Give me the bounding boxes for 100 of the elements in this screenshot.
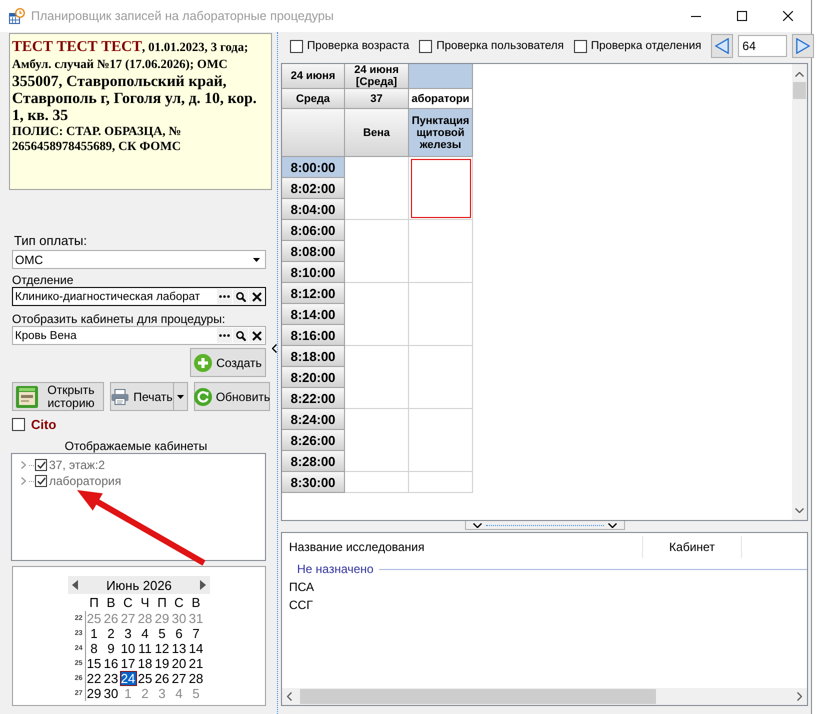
calendar-day[interactable]: 15	[86, 656, 102, 671]
calendar-day[interactable]: 23	[102, 671, 120, 686]
chevron-down-icon[interactable]	[608, 522, 616, 528]
calendar-day[interactable]: 26	[154, 671, 170, 686]
splitter-handle[interactable]	[464, 521, 624, 530]
column-header[interactable]: Название исследования	[282, 536, 643, 558]
calendar-day[interactable]: 30	[102, 686, 120, 701]
time-row-header[interactable]: 8:04:00	[282, 199, 345, 220]
chevron-right-icon[interactable]	[21, 477, 26, 485]
next-button[interactable]	[792, 34, 814, 58]
payment-select[interactable]: ОМС	[12, 250, 266, 269]
tree-item[interactable]: 37, этаж:2	[49, 458, 105, 472]
time-row-header[interactable]: 8:24:00	[282, 409, 345, 430]
list-item[interactable]: ССГ	[282, 596, 313, 614]
scrollbar[interactable]	[282, 688, 807, 705]
field-label: Отделение	[12, 273, 74, 287]
scrollbar-thumb[interactable]	[300, 689, 656, 704]
calendar-day[interactable]: 1	[86, 626, 102, 641]
calendar-day[interactable]: 4	[136, 626, 154, 641]
checkbox[interactable]	[419, 40, 432, 52]
checkbox[interactable]	[35, 459, 47, 471]
calendar-day[interactable]: 11	[136, 641, 154, 656]
time-row-header[interactable]: 8:30:00	[282, 472, 345, 493]
checkbox[interactable]	[35, 475, 47, 487]
print-button[interactable]: Печать	[110, 382, 174, 411]
calendar-day[interactable]: 21	[188, 656, 204, 671]
refresh-button[interactable]: Обновить	[194, 382, 270, 411]
calendar-day[interactable]: 16	[102, 656, 120, 671]
time-row-header[interactable]: 8:28:00	[282, 451, 345, 472]
calendar-day[interactable]: 10	[120, 641, 136, 656]
calendar-day[interactable]: 22	[86, 671, 102, 686]
calendar-day[interactable]: 5	[154, 626, 170, 641]
checkbox[interactable]	[12, 418, 25, 431]
clear-button[interactable]	[249, 328, 264, 343]
time-row-header[interactable]: 8:08:00	[282, 241, 345, 262]
time-row-header[interactable]: 8:12:00	[282, 283, 345, 304]
time-row-header[interactable]: 8:14:00	[282, 304, 345, 325]
create-button[interactable]: Создать	[190, 348, 266, 377]
weekday-label: П	[156, 594, 168, 611]
department-field[interactable]: Клинико-диагностическая лаборат	[12, 287, 266, 306]
time-slot[interactable]	[409, 157, 473, 220]
time-row-header[interactable]: 8:06:00	[282, 220, 345, 241]
time-row-header[interactable]: 8:20:00	[282, 367, 345, 388]
calendar-day[interactable]: 13	[170, 641, 188, 656]
checkbox[interactable]	[574, 40, 587, 52]
time-row-header[interactable]: 8:00:00	[282, 157, 345, 178]
patient-address: 355007, Ставропольский край, Ставрополь г, Гоголя ул, д. 10, кор. 1, кв. 35	[12, 73, 258, 124]
previous-button[interactable]	[711, 34, 734, 58]
time-row-header[interactable]: 8:18:00	[282, 346, 345, 367]
browse-button[interactable]	[217, 289, 232, 304]
plus-icon	[194, 354, 212, 372]
scrollbar[interactable]	[792, 64, 807, 520]
calendar-day[interactable]: 8	[86, 641, 102, 656]
calendar-day[interactable]: 12	[154, 641, 170, 656]
caret-icon	[253, 258, 260, 262]
calendar-day[interactable]: 17	[120, 656, 136, 671]
chevron-down-icon[interactable]	[472, 522, 482, 528]
calendar-day[interactable]: 29	[86, 686, 102, 701]
printer-icon	[111, 388, 130, 404]
ellipsis-icon	[219, 334, 230, 337]
browse-button[interactable]	[217, 328, 232, 343]
chevron-right-icon[interactable]	[21, 461, 26, 469]
triangle-right-icon	[796, 38, 810, 54]
time-row-header[interactable]: 8:26:00	[282, 430, 345, 451]
checkbox[interactable]	[290, 40, 303, 52]
calendar-day[interactable]: 28	[188, 671, 204, 686]
column-header[interactable]: Кабинет	[643, 536, 742, 558]
calendar-day[interactable]: 18	[136, 656, 154, 671]
calendar-day[interactable]: 25	[136, 671, 154, 686]
calendar-day[interactable]: 3	[120, 626, 136, 641]
time-row-header[interactable]: 8:16:00	[282, 325, 345, 346]
calendar-day[interactable]: 9	[102, 641, 120, 656]
calendar-day[interactable]: 20	[170, 656, 188, 671]
clear-button[interactable]	[249, 289, 264, 304]
page-field[interactable]: 64	[738, 35, 788, 57]
print-menu-button[interactable]	[173, 382, 188, 411]
chevron-up-icon[interactable]	[795, 72, 804, 77]
chevron-left-icon[interactable]	[272, 344, 277, 353]
calendar-day[interactable]: 27	[170, 671, 188, 686]
calendar-day[interactable]: 19	[154, 656, 170, 671]
time-row-header[interactable]: 8:10:00	[282, 262, 345, 283]
search-button[interactable]	[233, 289, 248, 304]
list-item[interactable]: ПСА	[282, 578, 314, 596]
calendar-day[interactable]: 7	[188, 626, 204, 641]
time-row-header[interactable]: 8:02:00	[282, 178, 345, 199]
calendar-day[interactable]: 2	[102, 626, 120, 641]
calendar-day[interactable]: 14	[188, 641, 204, 656]
next-month-button[interactable]	[200, 580, 206, 590]
scrollbar-thumb[interactable]	[793, 82, 806, 99]
time-row-header[interactable]: 8:22:00	[282, 388, 345, 409]
calendar-day[interactable]: 6	[170, 626, 188, 641]
previous-month-button[interactable]	[72, 580, 78, 590]
header-cell: аборатори	[409, 89, 473, 109]
framed-picture-icon	[16, 386, 38, 408]
tree-item[interactable]: лаборатория	[49, 474, 122, 488]
calendar-day[interactable]: 24	[120, 671, 136, 686]
search-button[interactable]	[233, 328, 248, 343]
procedure-field[interactable]: Кровь Вена	[12, 326, 266, 345]
chevron-right-icon[interactable]	[797, 692, 802, 701]
open-history-button[interactable]: Открыть историю	[12, 382, 104, 411]
